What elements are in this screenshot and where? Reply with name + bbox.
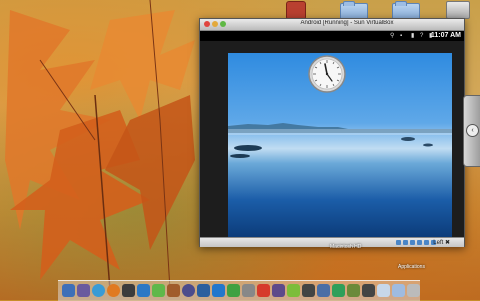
desktop-label: Macintosh HD [330,244,362,250]
app-icon[interactable] [257,284,270,297]
cd-icon[interactable] [403,240,408,245]
app-icon[interactable] [227,284,240,297]
virtualbox-icon[interactable] [212,284,225,297]
mail-icon[interactable] [137,284,150,297]
ichat-icon[interactable] [152,284,165,297]
android-home-screen[interactable] [228,53,452,237]
virtualbox-window: Android [Running] - Sun VirtualBox ⚲ ▪ ▮… [199,18,465,247]
title-bar[interactable]: Android [Running] - Sun VirtualBox [200,19,464,31]
help-icon: ? [420,33,424,39]
app-icon[interactable] [347,284,360,297]
documents-folder-icon[interactable] [392,284,405,297]
sd-icon: ▪ [400,33,403,39]
app-icon[interactable] [362,284,375,297]
folder-icon[interactable] [377,284,390,297]
itunes-icon[interactable] [182,284,195,297]
shared-folder-icon[interactable] [424,240,429,245]
xcode-icon[interactable] [197,284,210,297]
dock [58,280,420,301]
maximize-button[interactable] [220,21,226,27]
app-icon[interactable] [332,284,345,297]
safari-icon[interactable] [92,284,105,297]
usb-icon: ⚲ [390,33,395,39]
drive-icon[interactable] [446,1,470,19]
status-time: 11:07 AM [430,32,461,39]
terminal-icon[interactable] [122,284,135,297]
android-status-bar: ⚲ ▪ ▮ ? ▮ 11:07 AM [200,31,464,41]
host-key-label: Left ✖ [433,240,450,246]
signal-icon: ▮ [411,33,415,39]
disk-icon[interactable] [396,240,401,245]
app-icon[interactable] [287,284,300,297]
app-icon[interactable] [242,284,255,297]
address-book-icon[interactable] [167,284,180,297]
dashboard-icon[interactable] [77,284,90,297]
finder-icon[interactable] [62,284,75,297]
network-icon[interactable] [410,240,415,245]
app-icon[interactable] [317,284,330,297]
usb-icon[interactable] [417,240,422,245]
trash-icon[interactable] [407,284,420,297]
side-panel-handle[interactable]: ‹ [463,95,480,167]
close-button[interactable] [204,21,210,27]
window-title: Android [Running] - Sun VirtualBox [300,20,394,26]
analog-clock-widget[interactable] [308,55,346,93]
expand-icon[interactable]: ‹ [466,124,479,137]
desktop-label: Applications [398,264,425,270]
minimize-button[interactable] [212,21,218,27]
firefox-icon[interactable] [107,284,120,297]
x11-icon[interactable] [302,284,315,297]
app-icon[interactable] [272,284,285,297]
